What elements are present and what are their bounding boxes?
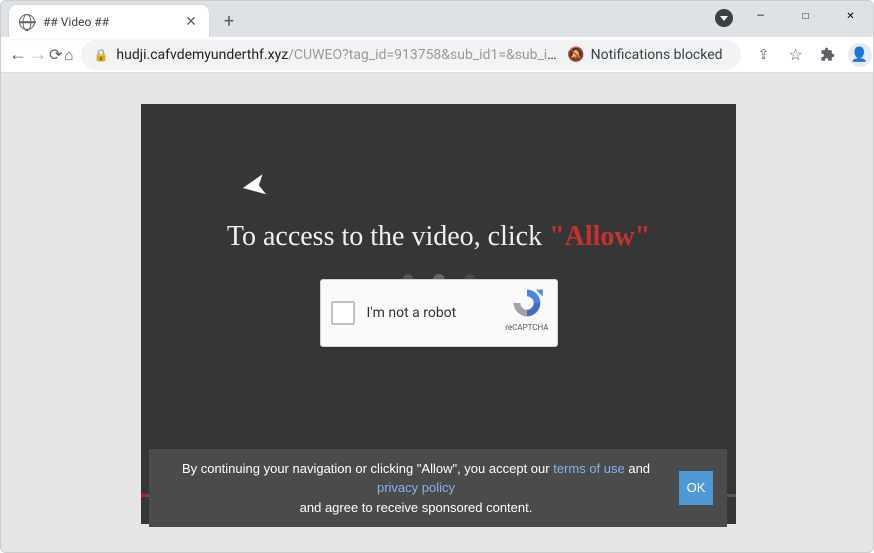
close-tab-icon[interactable]: ✕: [183, 14, 199, 30]
reload-button[interactable]: ⟳: [49, 39, 62, 71]
avatar-icon: 👤: [848, 43, 872, 67]
allow-word: "Allow": [549, 221, 650, 252]
consent-bar: By continuing your navigation or clickin…: [149, 449, 727, 528]
url-path: /CUWEO?tag_id=913758&sub_id1=&sub_id2=42…: [288, 47, 559, 63]
home-icon: ⌂: [64, 46, 73, 64]
url-text: hudji.cafvdemyunderthf.xyz/CUWEO?tag_id=…: [116, 47, 559, 63]
consent-text-1: By continuing your navigation or clickin…: [182, 461, 553, 476]
home-button[interactable]: ⌂: [64, 39, 73, 71]
profile-dropdown-icon[interactable]: [715, 9, 733, 27]
forward-button: →: [29, 39, 47, 71]
consent-text: By continuing your navigation or clickin…: [163, 459, 669, 518]
title-bar: ## Video ## ✕ + — □ ✕: [1, 1, 873, 37]
arrow-left-icon: ←: [9, 44, 27, 65]
lock-icon: 🔒: [93, 48, 108, 62]
notifications-blocked-indicator[interactable]: 🔕 Notifications blocked: [567, 47, 728, 63]
consent-text-3: and agree to receive sponsored content.: [300, 500, 533, 515]
access-message: To access to the video, click "Allow": [227, 221, 650, 253]
recaptcha-icon: [510, 288, 544, 318]
page-content: ➤ To access to the video, click "Allow" …: [1, 73, 873, 552]
notifications-blocked-text: Notifications blocked: [591, 47, 723, 63]
window-controls: — □ ✕: [738, 1, 873, 31]
terms-link[interactable]: terms of use: [553, 461, 625, 476]
video-body: ➤ To access to the video, click "Allow" …: [141, 104, 736, 494]
extensions-button[interactable]: [813, 40, 843, 70]
share-button[interactable]: ⇪: [749, 40, 779, 70]
back-button[interactable]: ←: [9, 39, 27, 71]
recaptcha-badge: reCAPTCHA: [505, 288, 548, 332]
recaptcha-label: I'm not a robot: [367, 305, 457, 321]
address-bar[interactable]: 🔒 hudji.cafvdemyunderthf.xyz/CUWEO?tag_i…: [81, 40, 740, 70]
arrow-right-icon: →: [29, 44, 47, 65]
reload-icon: ⟳: [49, 45, 62, 64]
privacy-link[interactable]: privacy policy: [377, 480, 455, 495]
bell-off-icon: 🔕: [567, 47, 584, 63]
star-icon: ☆: [788, 45, 802, 64]
browser-window: ## Video ## ✕ + — □ ✕ ← → ⟳ ⌂ 🔒 hudji.ca…: [0, 0, 874, 553]
recaptcha-widget[interactable]: I'm not a robot reCAPTCHA: [320, 279, 558, 347]
minimize-button[interactable]: —: [738, 1, 783, 31]
tab-title: ## Video ##: [43, 15, 175, 29]
new-tab-button[interactable]: +: [215, 7, 243, 35]
consent-text-2: and: [625, 461, 650, 476]
recaptcha-badge-text: reCAPTCHA: [505, 323, 548, 332]
browser-tab[interactable]: ## Video ## ✕: [9, 5, 209, 39]
maximize-button[interactable]: □: [783, 1, 828, 31]
bookmark-button[interactable]: ☆: [781, 40, 811, 70]
cursor-icon: ➤: [238, 164, 271, 206]
tab-strip: ## Video ## ✕ +: [1, 1, 243, 37]
toolbar: ← → ⟳ ⌂ 🔒 hudji.cafvdemyunderthf.xyz/CUW…: [1, 37, 873, 73]
recaptcha-checkbox[interactable]: [331, 301, 355, 325]
puzzle-icon: [820, 47, 835, 62]
window-close-button[interactable]: ✕: [828, 1, 873, 31]
url-host: hudji.cafvdemyunderthf.xyz: [116, 47, 288, 63]
progress-fill: [141, 494, 146, 497]
ok-button[interactable]: OK: [679, 471, 713, 505]
profile-button[interactable]: 👤: [845, 40, 874, 70]
share-icon: ⇪: [758, 47, 770, 63]
globe-icon: [19, 14, 35, 30]
toolbar-actions: ⇪ ☆ 👤 ⋮: [749, 40, 874, 70]
access-text-prefix: To access to the video, click: [227, 221, 549, 252]
